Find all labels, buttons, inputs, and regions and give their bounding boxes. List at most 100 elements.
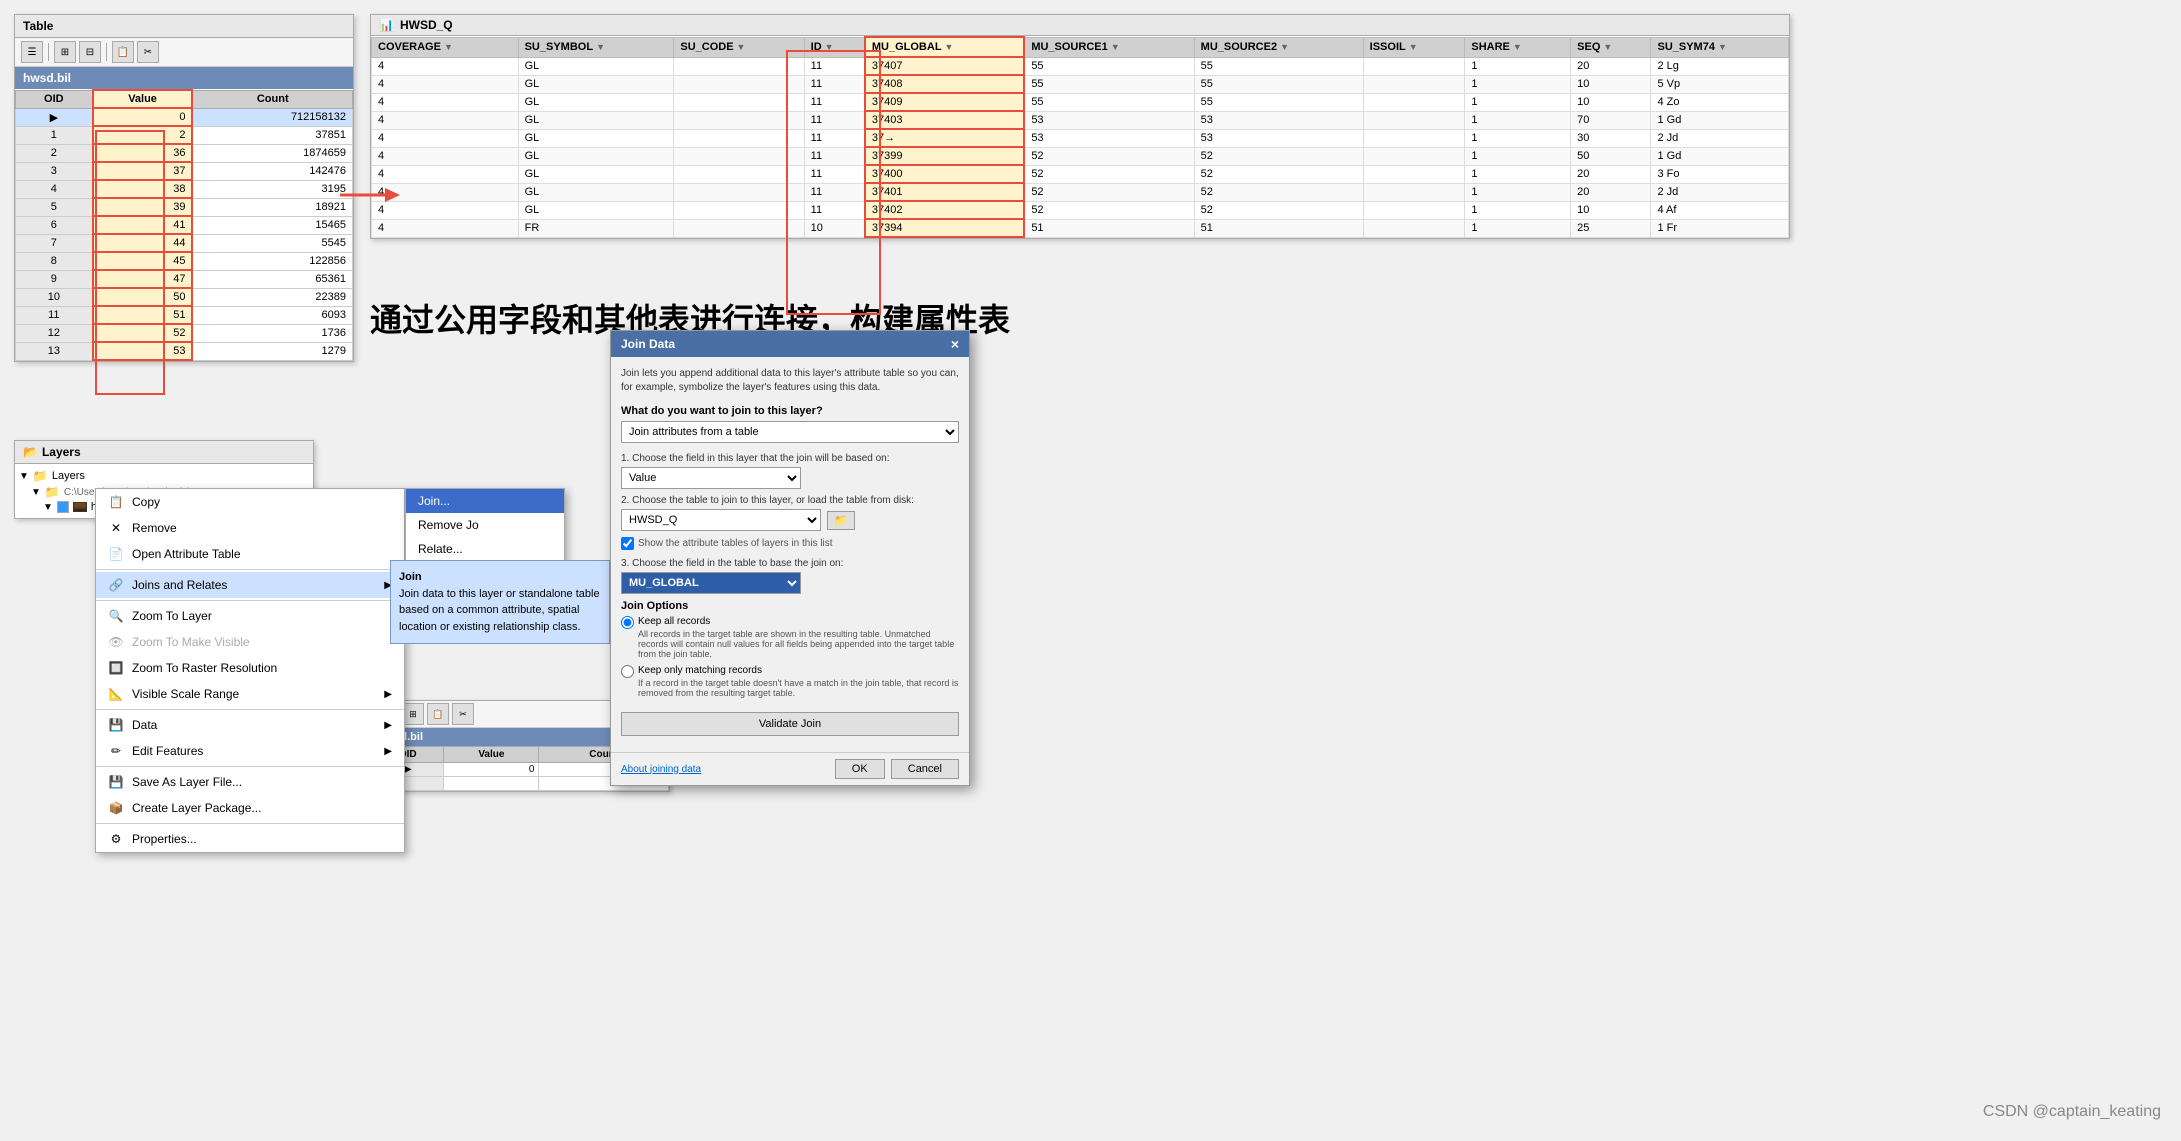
save-layer-icon: 💾: [108, 774, 124, 790]
menu-properties[interactable]: ⚙ Properties...: [96, 826, 404, 852]
hwsd-cell: GL: [518, 147, 674, 165]
hwsd-cell: 1: [1465, 111, 1571, 129]
row-marker: ▶: [16, 108, 93, 126]
layer-checkbox[interactable]: [57, 501, 69, 513]
menu-create-pkg[interactable]: 📦 Create Layer Package...: [96, 795, 404, 821]
row-value: 38: [93, 180, 193, 198]
menu-remove[interactable]: ✕ Remove: [96, 515, 404, 541]
hwsd-cell: 37407: [865, 57, 1024, 75]
menu-zoom-layer-label: Zoom To Layer: [132, 609, 212, 623]
menu-open-attr[interactable]: 📄 Open Attribute Table: [96, 541, 404, 567]
small-col-value: Value: [444, 747, 539, 763]
row-marker: 1: [16, 126, 93, 144]
folder-icon: 📁: [33, 469, 48, 483]
hwsd-row: 4GL113740052521203 Fo: [372, 165, 1789, 183]
hwsd-cell: GL: [518, 129, 674, 147]
hwsd-cell: [1363, 147, 1465, 165]
row-value: 45: [93, 252, 193, 270]
row-count: 5545: [192, 234, 352, 252]
hwsd-cell: 4: [372, 93, 519, 111]
small-toolbar-btn-4[interactable]: ✂: [452, 703, 474, 725]
menu-edit[interactable]: ✏ Edit Features ▶: [96, 738, 404, 764]
hwsd-cell: [674, 165, 804, 183]
hwsd-cell: 10: [1571, 93, 1651, 111]
hwsd-cell: 4: [372, 75, 519, 93]
submenu-remove-join[interactable]: Remove Jo: [406, 513, 564, 537]
submenu-join[interactable]: Join...: [406, 489, 564, 513]
menu-joins[interactable]: 🔗 Joins and Relates ▶: [96, 572, 404, 598]
step3-field-select[interactable]: MU_GLOBAL: [621, 572, 801, 594]
attribute-table: OID Value Count ▶ 0 712158132 1 2 37851 …: [15, 89, 353, 361]
menu-zoom-visible-label: Zoom To Make Visible: [132, 635, 250, 649]
hwsd-cell: 53: [1024, 111, 1194, 129]
col-header-oid: OID: [16, 90, 93, 108]
browse-btn[interactable]: 📁: [827, 511, 855, 530]
hwsd-cell: 1: [1465, 165, 1571, 183]
table-row: 4 38 3195: [16, 180, 353, 198]
validate-join-btn[interactable]: Validate Join: [621, 712, 959, 736]
hwsd-cell: 20: [1571, 165, 1651, 183]
join-type-select[interactable]: Join attributes from a table: [621, 421, 959, 443]
small-toolbar-btn-3[interactable]: 📋: [427, 703, 449, 725]
keep-all-option: Keep all records All records in the targ…: [621, 616, 959, 659]
hwsd-cell: 11: [804, 111, 865, 129]
menu-copy[interactable]: 📋 Copy: [96, 489, 404, 515]
hwsd-cell: 10: [1571, 75, 1651, 93]
menu-zoom-layer[interactable]: 🔍 Zoom To Layer: [96, 603, 404, 629]
row-marker: 9: [16, 270, 93, 288]
about-joining-link[interactable]: About joining data: [621, 764, 701, 775]
row-value: 47: [93, 270, 193, 288]
row-marker: 11: [16, 306, 93, 324]
small-toolbar-btn-2[interactable]: ⊞: [402, 703, 424, 725]
table-panel: Table ☰ ⊞ ⊟ 📋 ✂ hwsd.bil OID Value Count…: [14, 14, 354, 362]
sort-arrow: ▼: [737, 42, 746, 52]
cancel-btn[interactable]: Cancel: [891, 759, 959, 779]
attr-table-icon: 📄: [108, 546, 124, 562]
row-count: 22389: [192, 288, 352, 306]
submenu-relate[interactable]: Relate...: [406, 537, 564, 561]
menu-data[interactable]: 💾 Data ▶: [96, 712, 404, 738]
keep-all-radio[interactable]: [621, 616, 634, 629]
sort-arrow: ▼: [1280, 42, 1289, 52]
join-label: Join...: [418, 494, 450, 508]
keep-matching-radio[interactable]: [621, 665, 634, 678]
ok-btn[interactable]: OK: [835, 759, 885, 779]
hwsd-cell: 1 Gd: [1651, 111, 1789, 129]
layer-name: hwsd.bil: [15, 67, 353, 89]
keep-all-label: Keep all records: [638, 616, 959, 627]
step2-table-row: HWSD_Q 📁: [621, 509, 959, 531]
hwsd-cell: [674, 75, 804, 93]
toolbar-btn-1[interactable]: ☰: [21, 41, 43, 63]
menu-zoom-raster[interactable]: 🔲 Zoom To Raster Resolution: [96, 655, 404, 681]
toolbar-btn-3[interactable]: ⊟: [79, 41, 101, 63]
pkg-icon: 📦: [108, 800, 124, 816]
step2-checkbox[interactable]: [621, 537, 634, 550]
dialog-close-btn[interactable]: ×: [951, 336, 959, 352]
step1-field-select[interactable]: Value: [621, 467, 801, 489]
row-marker: 13: [16, 342, 93, 360]
hwsd-cell: 55: [1024, 93, 1194, 111]
hwsd-cell: 50: [1571, 147, 1651, 165]
layer-swatch: [73, 502, 87, 512]
toolbar-btn-2[interactable]: ⊞: [54, 41, 76, 63]
row-marker: 5: [16, 198, 93, 216]
step2-table-select[interactable]: HWSD_Q: [621, 509, 821, 531]
hwsd-cell: 20: [1571, 183, 1651, 201]
menu-sep-2: [96, 600, 404, 601]
hwsd-row: 4GL113740855551105 Vp: [372, 75, 1789, 93]
relate-label: Relate...: [418, 542, 463, 556]
menu-sep-1: [96, 569, 404, 570]
hwsd-row: 4GL113740353531701 Gd: [372, 111, 1789, 129]
toolbar-btn-5[interactable]: ✂: [137, 41, 159, 63]
menu-scale-range[interactable]: 📐 Visible Scale Range ▶: [96, 681, 404, 707]
tree-item-layers[interactable]: ▼ 📁 Layers: [19, 468, 309, 484]
row-value: 50: [93, 288, 193, 306]
toolbar-btn-4[interactable]: 📋: [112, 41, 134, 63]
remove-icon: ✕: [108, 520, 124, 536]
expand-icon: ▼: [19, 471, 29, 482]
hwsd-cell: 11: [804, 165, 865, 183]
hwsd-cell: 2 Jd: [1651, 183, 1789, 201]
hwsd-cell: [674, 93, 804, 111]
menu-save-layer[interactable]: 💾 Save As Layer File...: [96, 769, 404, 795]
hwsd-row: 4GL113740252521104 Af: [372, 201, 1789, 219]
